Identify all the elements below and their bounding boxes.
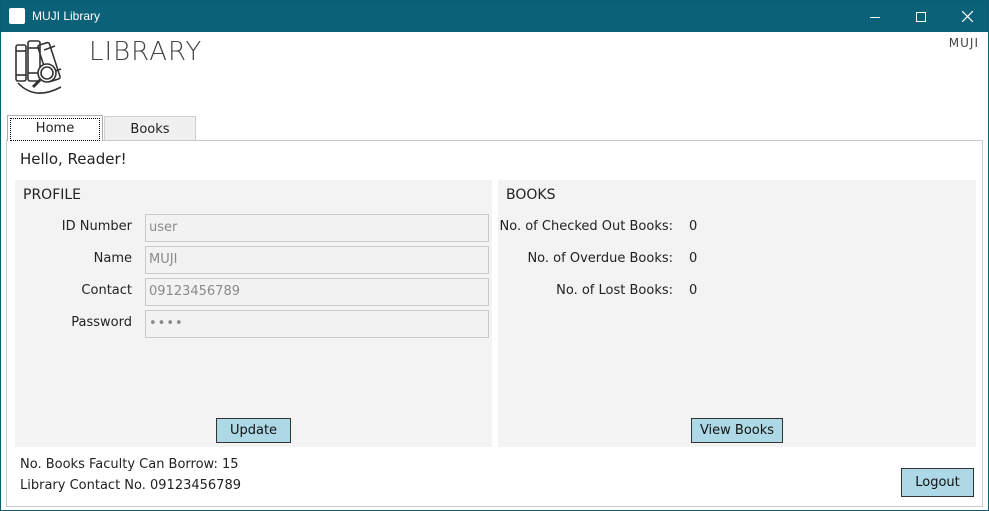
lost-label: No. of Lost Books: [556, 283, 673, 298]
checked-out-label: No. of Checked Out Books: [499, 219, 674, 234]
app-icon [9, 8, 25, 24]
tab-home[interactable]: Home [7, 115, 103, 141]
view-books-button[interactable]: View Books [691, 418, 783, 443]
checked-out-value: 0 [689, 219, 698, 234]
brand-title: LIBRARY [89, 37, 203, 67]
minimize-icon [870, 16, 880, 18]
minimize-button[interactable] [852, 1, 898, 32]
title-bar[interactable]: MUJI Library [1, 1, 988, 32]
app-window: MUJI Library LIBRARY MUJI Home Books Hel… [0, 0, 989, 511]
password-label: Password [71, 315, 132, 330]
overdue-value: 0 [689, 251, 698, 266]
maximize-icon [916, 11, 926, 22]
tab-books-label: Books [130, 121, 170, 137]
contact-label: Contact [81, 283, 132, 298]
lost-value: 0 [689, 283, 698, 298]
user-tag: MUJI [948, 36, 979, 50]
password-field[interactable]: •••• [145, 310, 489, 338]
library-contact: Library Contact No. 09123456789 [20, 478, 241, 493]
profile-title: PROFILE [23, 187, 82, 203]
name-label: Name [93, 251, 132, 266]
books-title: BOOKS [506, 187, 556, 203]
home-tab-panel: Hello, Reader! PROFILE ID Number user Na… [6, 140, 983, 507]
faculty-borrow-limit: No. Books Faculty Can Borrow: 15 [20, 457, 239, 472]
logout-button[interactable]: Logout [901, 468, 974, 497]
greeting: Hello, Reader! [20, 150, 127, 168]
tab-focus-rect [10, 118, 100, 141]
id-number-label: ID Number [61, 219, 132, 234]
books-section: BOOKS No. of Checked Out Books: 0 No. of… [498, 180, 976, 447]
name-field[interactable]: MUJI [145, 246, 489, 274]
close-icon [961, 11, 973, 22]
overdue-label: No. of Overdue Books: [527, 251, 673, 266]
books-magnifier-icon [15, 40, 62, 94]
update-button[interactable]: Update [216, 418, 291, 443]
maximize-button[interactable] [898, 1, 944, 32]
window-title: MUJI Library [32, 9, 101, 23]
id-number-field[interactable]: user [145, 214, 489, 242]
contact-field[interactable]: 09123456789 [145, 278, 489, 306]
profile-section: PROFILE ID Number user Name MUJI Contact… [15, 180, 492, 447]
close-button[interactable] [944, 1, 988, 32]
tab-books[interactable]: Books [104, 116, 196, 141]
